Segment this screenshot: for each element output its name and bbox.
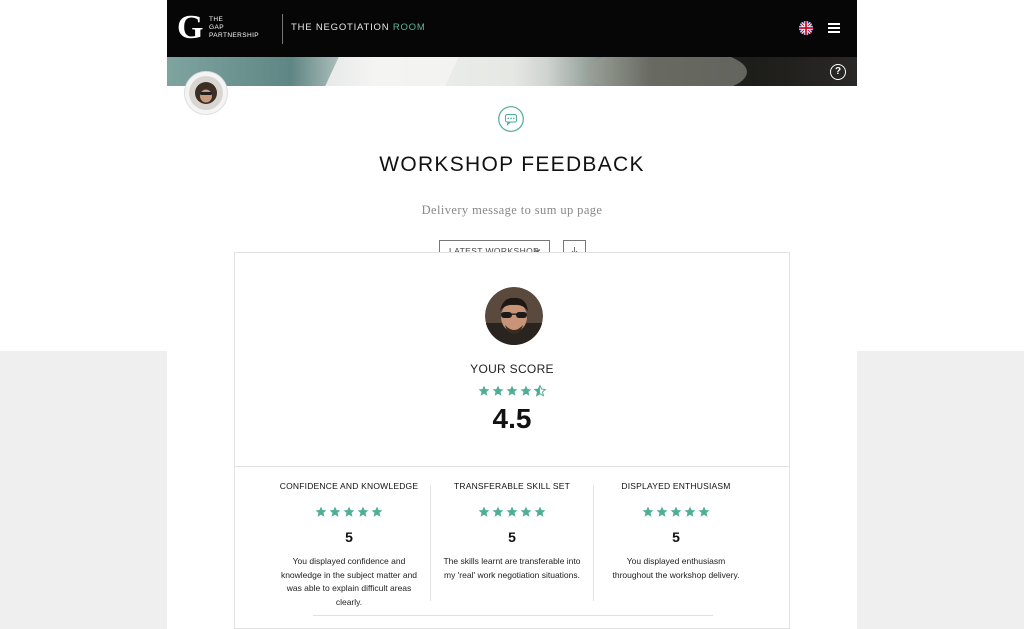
star-full-icon bbox=[478, 506, 490, 517]
hamburger-menu-icon[interactable] bbox=[828, 23, 840, 33]
star-half-icon bbox=[534, 385, 546, 397]
star-full-icon bbox=[520, 506, 532, 517]
star-full-icon bbox=[520, 385, 532, 396]
product-name: THE NEGOTIATION ROOM bbox=[291, 22, 426, 33]
star-full-icon bbox=[670, 506, 682, 517]
star-full-icon bbox=[357, 506, 369, 517]
star-full-icon bbox=[642, 506, 654, 517]
card-divider bbox=[235, 466, 789, 467]
bottom-divider bbox=[313, 615, 713, 616]
top-bar: G THE GAP PARTNERSHIP THE NEGOTIATION RO… bbox=[167, 0, 857, 57]
page-title: WORKSHOP FEEDBACK bbox=[379, 153, 645, 176]
brand-logo[interactable]: G THE GAP PARTNERSHIP bbox=[177, 9, 261, 46]
category-stars bbox=[259, 505, 439, 523]
score-label: YOUR SCORE bbox=[470, 362, 554, 376]
uk-flag-icon[interactable] bbox=[799, 21, 813, 35]
star-full-icon bbox=[534, 506, 546, 517]
category-value: 5 bbox=[345, 529, 353, 545]
category-value: 5 bbox=[672, 529, 680, 545]
category-title: DISPLAYED ENTHUSIASM bbox=[621, 481, 731, 491]
logo-wordmark: THE GAP PARTNERSHIP bbox=[209, 16, 260, 39]
star-full-icon bbox=[492, 385, 504, 396]
star-full-icon bbox=[506, 385, 518, 396]
app-container: G THE GAP PARTNERSHIP THE NEGOTIATION RO… bbox=[167, 0, 857, 629]
star-full-icon bbox=[329, 506, 341, 517]
star-full-icon bbox=[698, 506, 710, 517]
header-divider bbox=[282, 14, 283, 44]
star-full-icon bbox=[371, 506, 383, 517]
category-displayed-enthusiasm: DISPLAYED ENTHUSIASM 5 You displayed ent… bbox=[586, 481, 766, 582]
category-description: You displayed confidence and knowledge i… bbox=[280, 556, 418, 607]
category-title: TRANSFERABLE SKILL SET bbox=[453, 481, 571, 491]
chat-bubble-icon bbox=[498, 106, 524, 132]
logo-mark: G bbox=[177, 9, 204, 46]
category-stars bbox=[586, 505, 766, 523]
category-value: 5 bbox=[508, 529, 516, 545]
star-full-icon bbox=[478, 385, 490, 396]
page-subtitle: Delivery message to sum up page bbox=[421, 203, 603, 217]
help-icon[interactable]: ? bbox=[830, 64, 846, 80]
user-avatar bbox=[485, 287, 543, 345]
star-full-icon bbox=[506, 506, 518, 517]
category-title: CONFIDENCE AND KNOWLEDGE bbox=[279, 481, 419, 491]
score-stars bbox=[235, 384, 789, 402]
star-full-icon bbox=[315, 506, 327, 517]
category-confidence-knowledge: CONFIDENCE AND KNOWLEDGE 5 You displayed… bbox=[259, 481, 439, 609]
star-full-icon bbox=[343, 506, 355, 517]
score-value: 4.5 bbox=[492, 403, 532, 434]
star-full-icon bbox=[492, 506, 504, 517]
user-avatar-small[interactable] bbox=[185, 72, 227, 114]
feedback-card: YOUR SCORE 4.5 CONFIDENCE AND KNOWLEDGE … bbox=[234, 252, 790, 629]
category-description: You displayed enthusiasm throughout the … bbox=[612, 556, 740, 580]
header-banner-image bbox=[167, 57, 857, 86]
star-full-icon bbox=[656, 506, 668, 517]
category-stars bbox=[422, 505, 602, 523]
category-description: The skills learnt are transferable into … bbox=[443, 556, 581, 580]
category-transferable-skill-set: TRANSFERABLE SKILL SET 5 The skills lear… bbox=[422, 481, 602, 582]
star-full-icon bbox=[684, 506, 696, 517]
